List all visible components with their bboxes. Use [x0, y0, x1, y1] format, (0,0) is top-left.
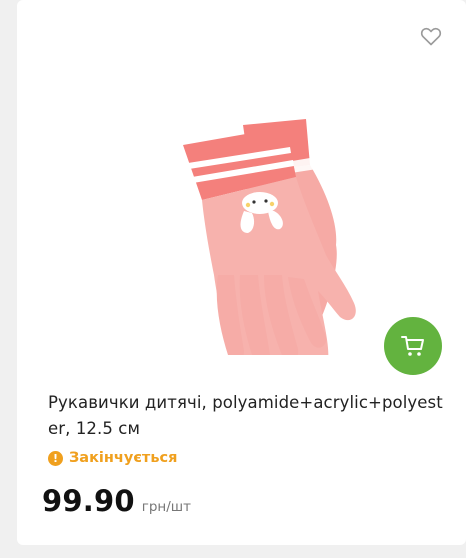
stock-status-label: Закінчується	[69, 450, 178, 466]
warning-icon: !	[48, 450, 63, 466]
product-title[interactable]: Рукавички дитячі, polyamide+acrylic+poly…	[48, 390, 448, 442]
price-row: 99.90 грн/шт	[42, 484, 191, 518]
stock-status: ! Закінчується	[48, 450, 177, 466]
price-unit: грн/шт	[141, 499, 191, 515]
favorite-heart-icon[interactable]	[419, 24, 443, 48]
price-value: 99.90	[42, 484, 135, 518]
cart-icon	[401, 336, 424, 356]
product-image[interactable]	[40, 60, 420, 360]
add-to-cart-button[interactable]	[384, 317, 442, 375]
gloves-image	[183, 119, 356, 355]
